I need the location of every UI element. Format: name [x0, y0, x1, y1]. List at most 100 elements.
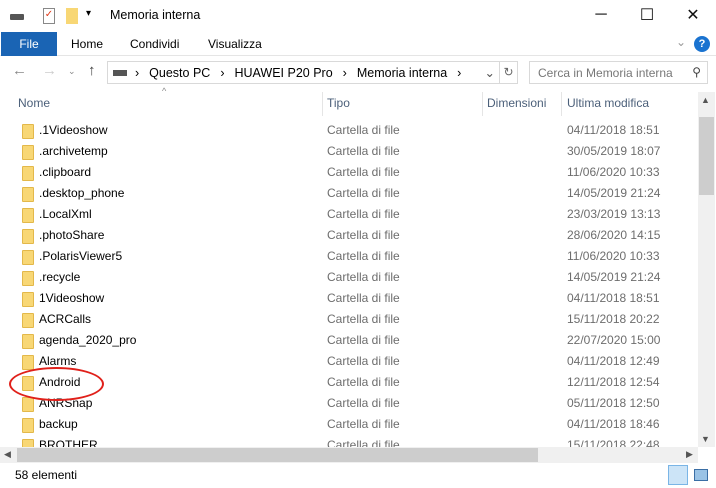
- large-icons-view-button[interactable]: [694, 469, 708, 481]
- file-name: .photoShare: [39, 228, 105, 242]
- folder-icon: [22, 187, 34, 202]
- file-row[interactable]: .LocalXml Cartella di file 23/03/2019 13…: [0, 204, 697, 225]
- file-type: Cartella di file: [327, 207, 400, 221]
- tab-home[interactable]: Home: [57, 32, 117, 56]
- column-header-size[interactable]: Dimensioni: [487, 92, 546, 114]
- file-row[interactable]: agenda_2020_pro Cartella di file 22/07/2…: [0, 330, 697, 351]
- file-row[interactable]: ANRSnap Cartella di file 05/11/2018 12:5…: [0, 393, 697, 414]
- folder-icon: [22, 439, 34, 447]
- file-name: agenda_2020_pro: [39, 333, 137, 347]
- up-button[interactable]: ↑: [88, 62, 96, 79]
- column-divider[interactable]: [482, 92, 483, 116]
- file-type: Cartella di file: [327, 417, 400, 431]
- breadcrumb-questo-pc[interactable]: Questo PC: [149, 66, 210, 80]
- file-row[interactable]: .PolarisViewer5 Cartella di file 11/06/2…: [0, 246, 697, 267]
- file-date: 04/11/2018 18:51: [567, 123, 660, 137]
- file-row[interactable]: .desktop_phone Cartella di file 14/05/20…: [0, 183, 697, 204]
- file-type: Cartella di file: [327, 249, 400, 263]
- file-row[interactable]: .clipboard Cartella di file 11/06/2020 1…: [0, 162, 697, 183]
- new-folder-icon[interactable]: [66, 8, 78, 24]
- recent-locations-icon[interactable]: ⌄: [68, 66, 76, 77]
- file-row[interactable]: Alarms Cartella di file 04/11/2018 12:49: [0, 351, 697, 372]
- file-date: 30/05/2019 18:07: [567, 144, 661, 158]
- file-row[interactable]: backup Cartella di file 04/11/2018 18:46: [0, 414, 697, 435]
- expand-ribbon-icon[interactable]: ⌄: [676, 35, 686, 49]
- file-date: 04/11/2018 18:46: [567, 417, 660, 431]
- file-name: ACRCalls: [39, 312, 92, 326]
- file-row[interactable]: .recycle Cartella di file 14/05/2019 21:…: [0, 267, 697, 288]
- breadcrumb-memoria[interactable]: Memoria interna: [357, 66, 447, 80]
- folder-icon: [22, 208, 34, 223]
- search-icon: ⚲: [692, 65, 701, 79]
- scroll-up-icon[interactable]: ▲: [701, 95, 710, 105]
- file-row[interactable]: .archivetemp Cartella di file 30/05/2019…: [0, 141, 697, 162]
- column-divider[interactable]: [322, 92, 323, 116]
- folder-icon: [22, 292, 34, 307]
- refresh-button[interactable]: ↻: [499, 61, 518, 84]
- column-header-date[interactable]: Ultima modifica: [567, 92, 649, 114]
- forward-button[interactable]: →: [42, 62, 57, 79]
- file-date: 11/06/2020 10:33: [567, 165, 660, 179]
- item-count: 58 elementi: [15, 468, 78, 482]
- vertical-scroll-thumb[interactable]: [699, 117, 714, 195]
- chevron-icon: ›: [135, 65, 140, 80]
- scroll-left-icon[interactable]: ◀: [4, 449, 11, 460]
- details-view-button[interactable]: [668, 465, 688, 485]
- search-input[interactable]: Cerca in Memoria interna ⚲: [529, 61, 708, 84]
- search-placeholder: Cerca in Memoria interna: [538, 66, 673, 80]
- chevron-icon: ›: [342, 65, 347, 80]
- column-divider[interactable]: [561, 92, 562, 116]
- tab-file[interactable]: File: [1, 32, 57, 56]
- minimize-button[interactable]: ─: [578, 0, 624, 30]
- file-date: 04/11/2018 12:49: [567, 354, 660, 368]
- folder-icon: [22, 145, 34, 160]
- scroll-right-icon[interactable]: ▶: [686, 449, 693, 460]
- properties-icon[interactable]: ✓: [43, 8, 55, 24]
- column-header-type[interactable]: Tipo: [327, 92, 350, 114]
- highlight-circle: [9, 367, 104, 401]
- file-row[interactable]: Android Cartella di file 12/11/2018 12:5…: [0, 372, 697, 393]
- file-date: 15/11/2018 22:48: [567, 438, 660, 447]
- file-type: Cartella di file: [327, 186, 400, 200]
- title-bar: ✓ ▾ Memoria interna ─ ☐ ✕: [0, 0, 716, 32]
- file-row[interactable]: ACRCalls Cartella di file 15/11/2018 20:…: [0, 309, 697, 330]
- file-type: Cartella di file: [327, 123, 400, 137]
- folder-icon: [22, 229, 34, 244]
- tab-condividi[interactable]: Condividi: [116, 32, 193, 56]
- file-list: .1Videoshow Cartella di file 04/11/2018 …: [0, 120, 698, 447]
- file-row[interactable]: BROTHER Cartella di file 15/11/2018 22:4…: [0, 435, 697, 447]
- file-type: Cartella di file: [327, 333, 400, 347]
- folder-icon: [22, 166, 34, 181]
- help-icon[interactable]: ?: [694, 36, 710, 52]
- breadcrumb-huawei[interactable]: HUAWEI P20 Pro: [234, 66, 332, 80]
- chevron-icon: ›: [220, 65, 225, 80]
- folder-icon: [22, 418, 34, 433]
- folder-icon: [22, 124, 34, 139]
- file-name: .archivetemp: [39, 144, 108, 158]
- file-row[interactable]: .photoShare Cartella di file 28/06/2020 …: [0, 225, 697, 246]
- file-name: backup: [39, 417, 78, 431]
- file-type: Cartella di file: [327, 438, 400, 447]
- file-name: BROTHER: [39, 438, 98, 447]
- file-date: 12/11/2018 12:54: [567, 375, 660, 389]
- file-date: 28/06/2020 14:15: [567, 228, 661, 242]
- file-type: Cartella di file: [327, 144, 400, 158]
- file-name: 1Videoshow: [39, 291, 105, 305]
- file-type: Cartella di file: [327, 312, 400, 326]
- address-dropdown-icon[interactable]: ⌄: [485, 65, 495, 80]
- back-button[interactable]: ←: [12, 62, 27, 79]
- file-row[interactable]: 1Videoshow Cartella di file 04/11/2018 1…: [0, 288, 697, 309]
- file-row[interactable]: .1Videoshow Cartella di file 04/11/2018 …: [0, 120, 697, 141]
- tab-visualizza[interactable]: Visualizza: [194, 32, 276, 56]
- column-header-name[interactable]: Nome: [18, 92, 50, 114]
- sort-ascending-icon: ^: [162, 86, 167, 96]
- maximize-button[interactable]: ☐: [624, 0, 670, 30]
- address-bar[interactable]: › Questo PC › HUAWEI P20 Pro › Memoria i…: [107, 61, 500, 84]
- scroll-down-icon[interactable]: ▼: [701, 434, 710, 444]
- file-date: 23/03/2019 13:13: [567, 207, 661, 221]
- file-name: .PolarisViewer5: [39, 249, 123, 263]
- horizontal-scroll-thumb[interactable]: [17, 448, 538, 462]
- close-button[interactable]: ✕: [670, 0, 716, 30]
- file-type: Cartella di file: [327, 375, 400, 389]
- customize-toolbar-icon[interactable]: ▾: [86, 8, 91, 24]
